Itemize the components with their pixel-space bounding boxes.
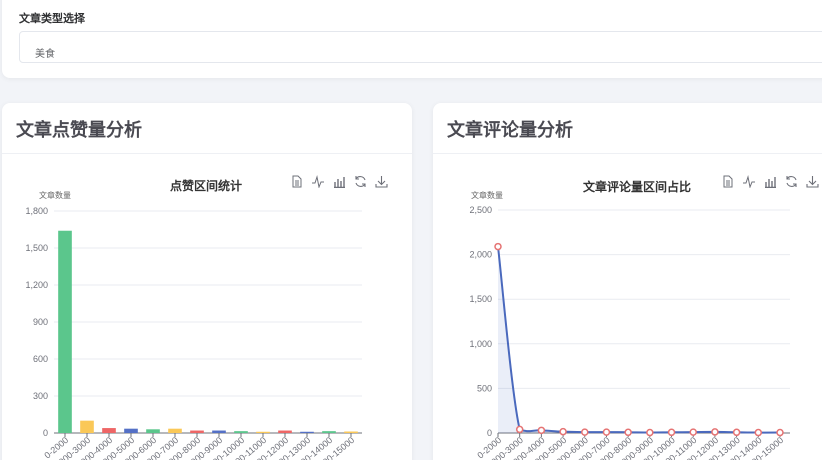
point-12000-13000[interactable] bbox=[732, 428, 741, 437]
y-tick-label: 0 bbox=[43, 428, 48, 438]
point-4000-5000[interactable] bbox=[559, 427, 567, 436]
bar-chart-icon[interactable] bbox=[762, 173, 778, 189]
y-tick-label: 0 bbox=[487, 428, 492, 438]
y-tick-label: 900 bbox=[33, 317, 48, 327]
y-tick-label: 1,000 bbox=[469, 339, 492, 349]
bar-10000-11000[interactable] bbox=[256, 431, 270, 433]
bar-3000-4000[interactable] bbox=[102, 428, 116, 433]
y-tick-label: 1,200 bbox=[25, 280, 48, 290]
restore-icon[interactable] bbox=[783, 173, 799, 189]
article-type-filter-card: 文章类型选择 美食 bbox=[2, 0, 822, 78]
bar-7000-8000[interactable] bbox=[190, 430, 204, 433]
data-view-icon[interactable] bbox=[289, 173, 305, 189]
bar-5000-6000[interactable] bbox=[146, 429, 160, 433]
point-6000-7000[interactable] bbox=[602, 428, 611, 436]
comment-area-fill bbox=[498, 246, 780, 433]
like-bar-chart: 03006009001,2001,5001,8000-20002000-3000… bbox=[25, 206, 362, 460]
y-tick-label: 500 bbox=[477, 383, 492, 393]
y-tick-label: 1,800 bbox=[25, 206, 48, 216]
bar-13000-14000[interactable] bbox=[322, 431, 336, 433]
filter-title: 文章类型选择 bbox=[19, 13, 85, 25]
y-tick-label: 300 bbox=[33, 391, 48, 401]
point-3000-4000[interactable] bbox=[537, 426, 546, 435]
point-5000-6000[interactable] bbox=[581, 428, 589, 436]
comment-chart-ylabel: 文章数量 bbox=[471, 191, 503, 200]
bar-14000-15000[interactable] bbox=[344, 431, 358, 433]
comment-chart-toolbox bbox=[720, 173, 820, 189]
point-11000-12000[interactable] bbox=[711, 428, 719, 436]
comment-analysis-card: 文章评论量分析 0 500 1,000 1,500 2,000 2,500 0-2000 20… bbox=[433, 103, 822, 460]
bar-11000-12000[interactable] bbox=[278, 430, 292, 433]
like-chart-ylabel: 文章数量 bbox=[39, 191, 71, 200]
bar-9000-10000[interactable] bbox=[234, 431, 248, 433]
article-type-select[interactable]: 美食 bbox=[19, 31, 822, 63]
point-10000-11000[interactable] bbox=[689, 428, 697, 436]
like-chart-toolbox bbox=[289, 173, 389, 189]
bar-chart-icon[interactable] bbox=[331, 173, 347, 189]
data-view-icon[interactable] bbox=[720, 173, 736, 189]
restore-icon[interactable] bbox=[352, 173, 368, 189]
download-icon[interactable] bbox=[804, 173, 820, 189]
bar-6000-7000[interactable] bbox=[168, 428, 182, 433]
comment-series-line bbox=[497, 246, 781, 434]
download-icon[interactable] bbox=[373, 173, 389, 189]
y-tick-label: 1,500 bbox=[25, 243, 48, 253]
line-chart-icon[interactable] bbox=[310, 173, 326, 189]
line-chart-icon[interactable] bbox=[741, 173, 757, 189]
bar-4000-5000[interactable] bbox=[124, 428, 138, 433]
y-tick-label: 2,500 bbox=[469, 205, 492, 215]
comment-chart-title: 文章评论量区间占比 bbox=[583, 180, 692, 194]
bar-8000-9000[interactable] bbox=[212, 430, 226, 433]
like-chart-title: 点赞区间统计 bbox=[170, 179, 243, 193]
bar-12000-13000[interactable] bbox=[300, 431, 314, 433]
point-7000-8000[interactable] bbox=[624, 428, 632, 437]
like-analysis-card: 文章点赞量分析 0 300 600 900 1,200 1,500 1,800 0-2000 2… bbox=[2, 103, 412, 460]
comment-line-chart: 05001,0001,5002,0002,5000-20002000-30003… bbox=[469, 205, 790, 460]
bar-2000-3000[interactable] bbox=[80, 420, 94, 433]
point-2000-3000[interactable] bbox=[515, 425, 524, 434]
article-type-select-value: 美食 bbox=[35, 49, 55, 60]
point-0-2000[interactable] bbox=[494, 242, 502, 251]
point-9000-10000[interactable] bbox=[667, 428, 676, 437]
y-tick-label: 600 bbox=[33, 354, 48, 364]
bar-0-2000[interactable] bbox=[58, 230, 72, 433]
y-tick-label: 2,000 bbox=[469, 250, 492, 260]
y-tick-label: 1,500 bbox=[469, 294, 492, 304]
